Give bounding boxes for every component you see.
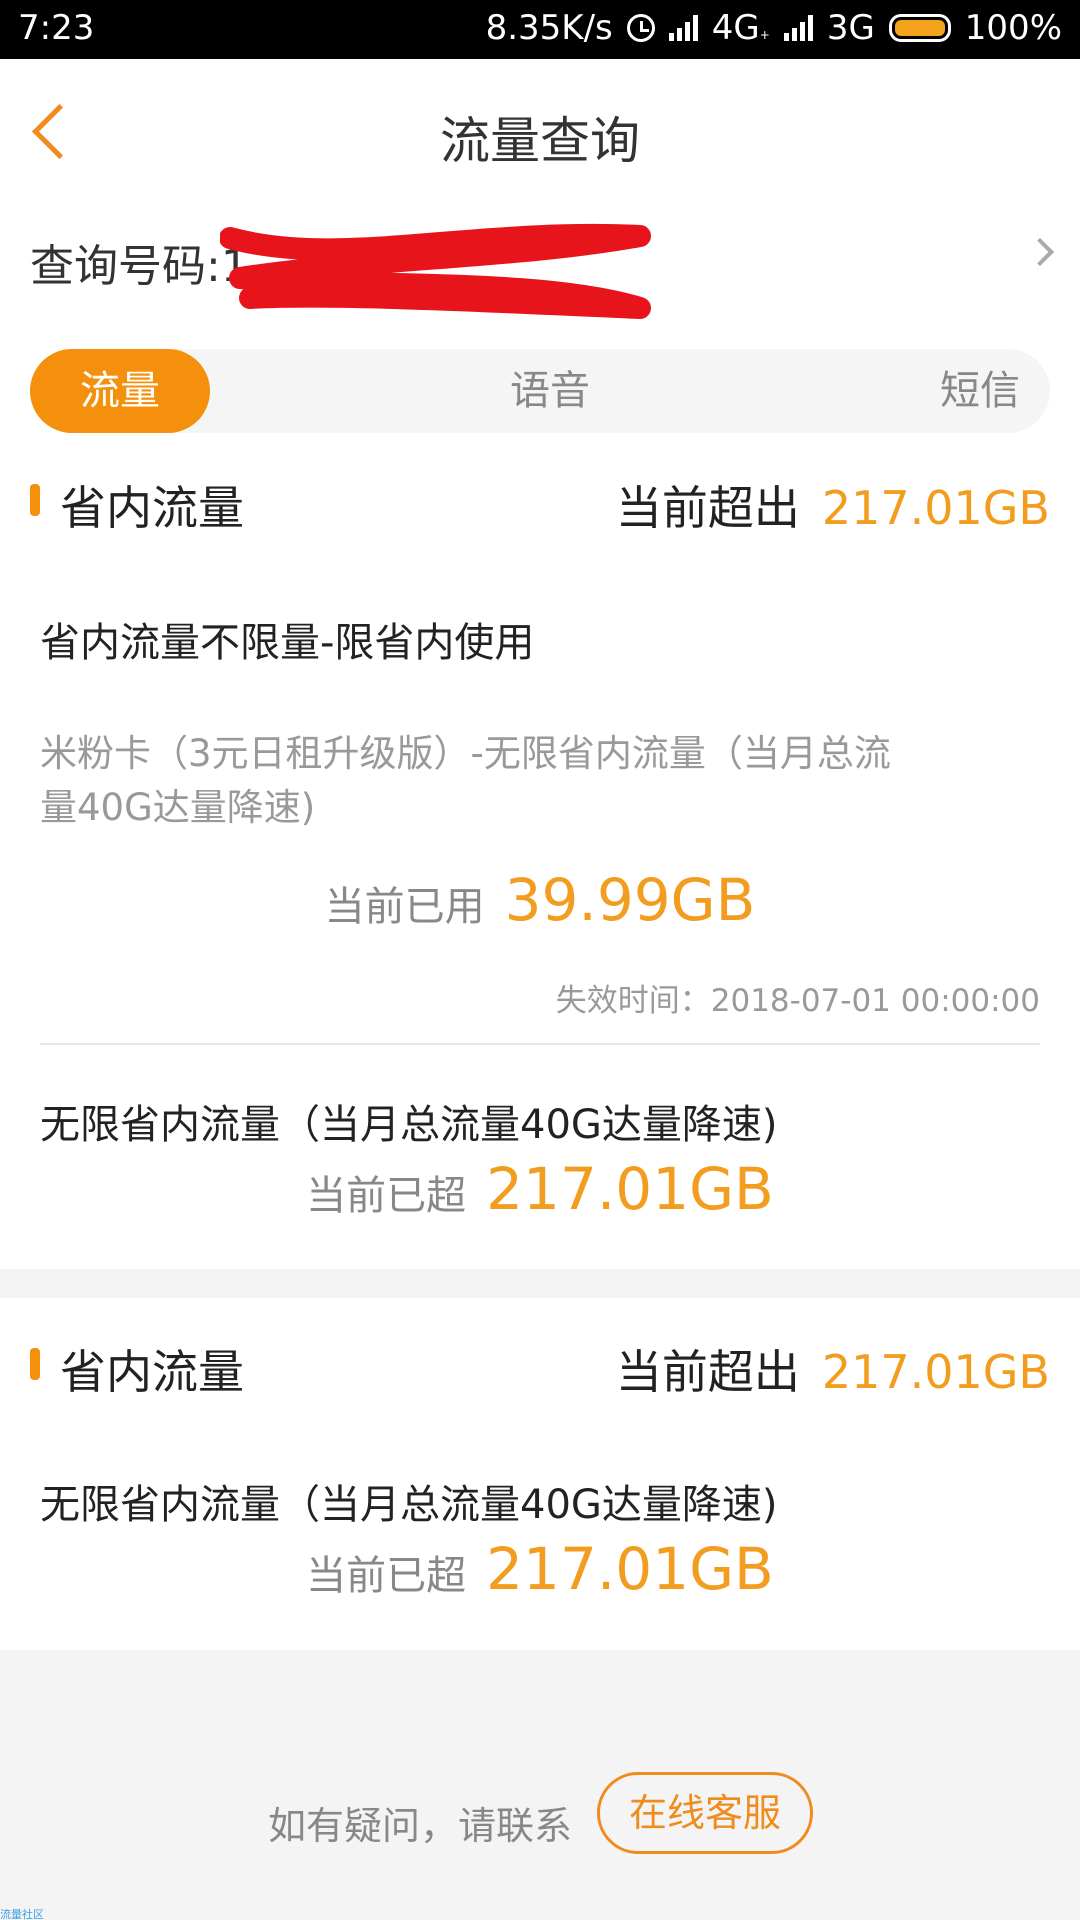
exceed-label: 当前超出 (615, 1345, 800, 1399)
network-type-1: 4G+ (711, 8, 770, 48)
exceed-value: 217.01GB (821, 481, 1050, 535)
unlimited-title: 无限省内流量（当月总流量40G达量降速) (40, 1482, 778, 1528)
tab-data[interactable]: 流量 (30, 349, 210, 433)
section-marker (30, 484, 40, 516)
status-bar: 7:23 8.35K/s 4G+ 3G 100% (0, 0, 1080, 59)
section-header: 省内流量 当前超出 217.01GB (30, 1330, 1050, 1400)
unlimited-title: 无限省内流量（当月总流量40G达量降速) (40, 1102, 778, 1148)
over-row: 当前已超 217.01GB (0, 1155, 1080, 1223)
tab-sms[interactable]: 短信 (920, 349, 1040, 433)
network-type-2: 3G (826, 8, 875, 48)
signal-icon-2 (783, 15, 813, 41)
chevron-right-icon (1025, 237, 1055, 267)
signal-icon (668, 15, 698, 41)
app-header: 流量查询 (0, 59, 1080, 209)
exceed-value: 217.01GB (821, 1345, 1050, 1399)
page-title: 流量查询 (440, 112, 640, 170)
used-value: 39.99GB (504, 866, 756, 934)
over-value: 217.01GB (486, 1155, 774, 1223)
section-header: 省内流量 当前超出 217.01GB (30, 466, 1050, 536)
status-icons: 8.35K/s 4G+ 3G 100% (486, 8, 1062, 48)
divider (40, 1043, 1040, 1045)
alarm-icon (626, 14, 655, 42)
package-description: 米粉卡（3元日租升级版）-无限省内流量（当月总流量40G达量降速) (40, 732, 891, 829)
exceed-label: 当前超出 (615, 481, 800, 535)
query-number-label: 查询号码:1 (30, 241, 249, 292)
tab-voice[interactable]: 语音 (450, 349, 650, 433)
section-marker (30, 1348, 40, 1380)
expire-time: 失效时间：2018-07-01 00:00:00 (555, 983, 1040, 1019)
used-label: 当前已用 (324, 884, 485, 930)
section-exceed: 当前超出 217.01GB (616, 1336, 1050, 1402)
status-time: 7:23 (18, 8, 95, 48)
net-speed: 8.35K/s (485, 8, 613, 48)
watermark: 流量社区 (0, 1908, 44, 1920)
package-title: 省内流量不限量-限省内使用 (40, 620, 535, 666)
over-value: 217.01GB (486, 1535, 774, 1603)
redaction-scribble (220, 223, 651, 319)
tab-bar: 流量 语音 短信 (30, 349, 1050, 433)
query-number-row[interactable]: 查询号码:1 (30, 223, 1055, 319)
battery-icon (888, 14, 951, 42)
battery-percent: 100% (964, 8, 1062, 48)
usage-row: 当前已用 39.99GB (0, 866, 1080, 934)
online-service-button[interactable]: 在线客服 (597, 1772, 813, 1854)
contact-prompt: 如有疑问，请联系 (268, 1804, 573, 1848)
over-label: 当前已超 (306, 1173, 467, 1219)
section-title: 省内流量 (60, 481, 244, 535)
section-exceed: 当前超出 217.01GB (616, 472, 1050, 538)
over-label: 当前已超 (306, 1553, 467, 1599)
over-row: 当前已超 217.01GB (0, 1535, 1080, 1603)
section-title: 省内流量 (60, 1345, 244, 1399)
